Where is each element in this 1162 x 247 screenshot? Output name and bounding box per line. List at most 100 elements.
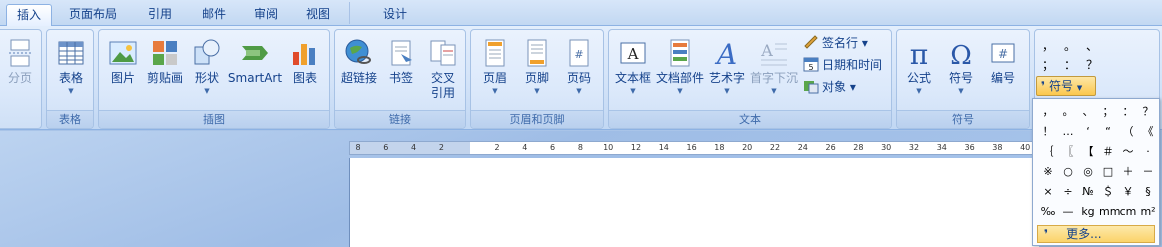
group-symbols: π 公式 ▼ Ω 符号 ▼ # 编号 符号 bbox=[896, 29, 1030, 129]
group-symbols-label: 符号 bbox=[897, 110, 1029, 128]
symbol-cell[interactable]: × bbox=[1039, 183, 1057, 201]
symbol-cell[interactable]: § bbox=[1139, 183, 1157, 201]
symbol-cell[interactable]: ； bbox=[1099, 103, 1117, 121]
page-break-icon bbox=[9, 39, 31, 67]
wordart-button[interactable]: A 艺术字 ▼ bbox=[707, 34, 747, 96]
svg-text:5: 5 bbox=[808, 63, 813, 72]
symbol-cell[interactable]: ＋ bbox=[1119, 163, 1137, 181]
picture-button[interactable]: 图片 bbox=[103, 34, 143, 86]
symbol-cell[interactable]: mm bbox=[1099, 203, 1120, 221]
symbol-cell[interactable]: ÷ bbox=[1059, 183, 1077, 201]
number-button[interactable]: # 编号 bbox=[983, 34, 1023, 86]
symbol-cell[interactable]: № bbox=[1079, 183, 1097, 201]
symbol-cell[interactable]: □ bbox=[1099, 163, 1117, 181]
symbol-cell[interactable]: 。 bbox=[1059, 103, 1077, 121]
symbol-cell[interactable]: “ bbox=[1099, 123, 1117, 141]
clipart-label: 剪贴画 bbox=[146, 71, 183, 85]
tab-view[interactable]: 视图 bbox=[296, 4, 340, 26]
date-time-button[interactable]: 5 日期和时间 bbox=[803, 56, 882, 74]
symbol-cell[interactable]: ‘ bbox=[1079, 123, 1097, 141]
clipart-button[interactable]: 剪贴画 bbox=[145, 34, 185, 86]
symbol-button[interactable]: Ω 符号 ▼ bbox=[941, 34, 981, 96]
symbol-cell[interactable]: ＃ bbox=[1099, 143, 1117, 161]
cross-reference-button[interactable]: 交叉 引用 bbox=[423, 34, 463, 101]
ruler-tick-label: 6 bbox=[550, 143, 556, 152]
header-button[interactable]: 页眉 ▼ bbox=[475, 34, 515, 96]
symbol-cell[interactable]: 《 bbox=[1139, 123, 1157, 141]
quick-symbol[interactable]: ？ bbox=[1082, 57, 1102, 73]
tab-insert[interactable]: 插入 bbox=[6, 4, 52, 27]
tab-mailings[interactable]: 邮件 bbox=[192, 4, 236, 26]
ruler-tick-label: 10 bbox=[603, 143, 614, 152]
quick-symbol[interactable]: 。 bbox=[1060, 38, 1080, 54]
quick-parts-icon bbox=[670, 39, 690, 67]
page-number-button[interactable]: # 页码 ▼ bbox=[559, 34, 599, 96]
ruler-tick-label: 12 bbox=[630, 143, 642, 152]
group-illustrations: 图片 剪贴画 形状 ▼ SmartArt 图表 插图 bbox=[98, 29, 330, 129]
symbol-cell[interactable]: 、 bbox=[1079, 103, 1097, 121]
bookmark-button[interactable]: 书签 bbox=[383, 34, 419, 86]
symbol-cell[interactable]: … bbox=[1059, 123, 1077, 141]
quick-symbol[interactable]: ， bbox=[1038, 38, 1058, 54]
symbol-cell[interactable]: ‰ bbox=[1039, 203, 1057, 221]
symbol-cell[interactable]: m² bbox=[1139, 203, 1157, 221]
object-button[interactable]: 对象 ▾ bbox=[803, 78, 856, 96]
chevron-down-icon: ▼ bbox=[1076, 84, 1083, 92]
symbol-cell[interactable]: ￥ bbox=[1119, 183, 1137, 201]
quick-symbol[interactable]: ； bbox=[1038, 57, 1058, 73]
symbol-cell[interactable]: ○ bbox=[1059, 163, 1077, 181]
symbol-cell[interactable]: kg bbox=[1079, 203, 1097, 221]
symbol-cell[interactable]: ＄ bbox=[1099, 183, 1117, 201]
footer-icon bbox=[527, 39, 547, 67]
symbol-cell[interactable]: cm bbox=[1119, 203, 1137, 221]
symbol-cell[interactable]: ｛ bbox=[1039, 143, 1057, 161]
symbol-cell[interactable]: 【 bbox=[1079, 143, 1097, 161]
tab-design[interactable]: 设计 bbox=[372, 4, 418, 26]
ruler-tick-label: 40 bbox=[1020, 143, 1031, 152]
symbol-cell[interactable]: 〖 bbox=[1059, 143, 1077, 161]
smartart-button[interactable]: SmartArt bbox=[227, 34, 283, 86]
special-symbol-dropdown-button[interactable]: ❜ 符号 ▼ bbox=[1036, 76, 1096, 96]
quick-parts-button[interactable]: 文档部件 ▼ bbox=[655, 34, 705, 96]
hyperlink-button[interactable]: 超链接 bbox=[337, 34, 381, 86]
group-illustrations-label: 插图 bbox=[99, 110, 329, 128]
equation-button[interactable]: π 公式 ▼ bbox=[899, 34, 939, 96]
drop-cap-button[interactable]: A 首字下沉 ▼ bbox=[749, 34, 799, 96]
symbol-cell[interactable]: － bbox=[1139, 163, 1157, 181]
quick-symbol[interactable]: 、 bbox=[1082, 38, 1102, 54]
symbol-cell[interactable]: ※ bbox=[1039, 163, 1057, 181]
chevron-down-icon: ▼ bbox=[204, 87, 210, 95]
symbol-cell[interactable]: ！ bbox=[1039, 123, 1057, 141]
object-icon bbox=[804, 81, 819, 94]
shapes-button[interactable]: 形状 ▼ bbox=[187, 34, 227, 96]
symbol-cell[interactable]: ： bbox=[1119, 103, 1137, 121]
horizontal-ruler[interactable]: 8 6 4 2 2 4 6 8 10 12 14 16 18 20 22 24 26 28 30 32 34 36 38 40 bbox=[349, 141, 1039, 155]
page-break-button[interactable]: 分页 bbox=[3, 34, 37, 86]
svg-text:Ω: Ω bbox=[950, 41, 972, 68]
ruler-tick-label: 18 bbox=[714, 143, 725, 152]
clipart-icon bbox=[153, 41, 177, 65]
symbol-cell[interactable]: ？ bbox=[1139, 103, 1157, 121]
signature-line-button[interactable]: 签名行 ▾ bbox=[803, 34, 868, 52]
chart-button[interactable]: 图表 bbox=[285, 34, 325, 86]
tab-page-layout[interactable]: 页面布局 bbox=[58, 4, 128, 26]
symbol-cell[interactable]: ～ bbox=[1119, 143, 1137, 161]
symbol-cell[interactable]: （ bbox=[1119, 123, 1137, 141]
symbol-cell[interactable]: — bbox=[1059, 203, 1077, 221]
tab-references[interactable]: 引用 bbox=[138, 4, 182, 26]
footer-button[interactable]: 页脚 ▼ bbox=[517, 34, 557, 96]
quick-symbol[interactable]: ： bbox=[1060, 57, 1080, 73]
textbox-button[interactable]: A 文本框 ▼ bbox=[611, 34, 655, 96]
symbol-cell[interactable]: · bbox=[1139, 143, 1157, 161]
chevron-down-icon: ▼ bbox=[630, 87, 636, 95]
symbol-cell[interactable]: ， bbox=[1039, 103, 1057, 121]
special-symbols-popup: ❜ 更多... ，。、；：？ ！… ‘“（《 ｛〖【＃～ · ※ ○ ◎ □ ＋－ × ÷ № ＄ ￥ § ‰ — k… bbox=[1032, 98, 1160, 246]
document-page[interactable] bbox=[349, 158, 1039, 247]
group-table: 表格 ▼ 表格 bbox=[46, 29, 94, 129]
tab-review[interactable]: 审阅 bbox=[244, 4, 288, 26]
svg-text:π: π bbox=[910, 38, 928, 68]
symbol-cell[interactable]: ◎ bbox=[1079, 163, 1097, 181]
table-button[interactable]: 表格 ▼ bbox=[53, 34, 89, 96]
more-symbols-button[interactable]: ❜ 更多... bbox=[1037, 225, 1155, 243]
cross-reference-label-2: 引用 bbox=[430, 86, 455, 100]
